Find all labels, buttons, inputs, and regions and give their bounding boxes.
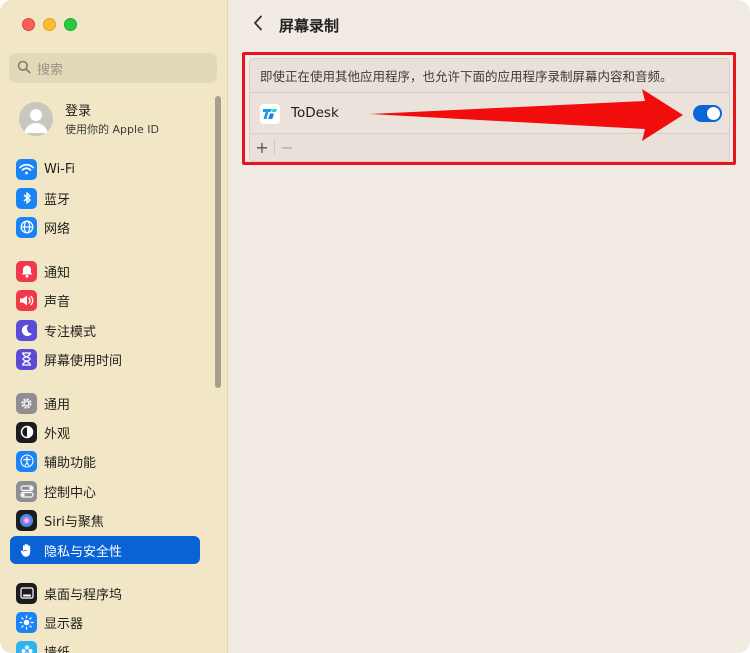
moon-icon xyxy=(16,319,37,341)
sidebar-item-desktop-dock[interactable]: 桌面与程序坞 xyxy=(10,579,200,607)
chevron-left-icon xyxy=(253,15,263,35)
sidebar-item-label: 屏幕使用时间 xyxy=(44,353,123,369)
search-placeholder: 搜索 xyxy=(37,62,64,78)
sidebar-item-label: 外观 xyxy=(44,426,71,442)
add-remove-bar: + − xyxy=(250,136,299,158)
remove-app-button[interactable]: − xyxy=(275,136,299,158)
permission-description: 即使正在使用其他应用程序，也允许下面的应用程序录制屏幕内容和音频。 xyxy=(260,69,673,84)
sidebar-item-bluetooth[interactable]: 蓝牙 xyxy=(10,184,200,212)
main-header: 屏幕录制 xyxy=(228,0,750,48)
sidebar-item-label: 控制中心 xyxy=(44,485,97,501)
sidebar-item-label: Wi-Fi xyxy=(44,161,76,177)
sun-icon xyxy=(16,611,37,633)
speaker-icon xyxy=(16,289,37,311)
sidebar-item-label: 隐私与安全性 xyxy=(44,544,123,560)
appearance-icon xyxy=(16,421,37,443)
add-app-button[interactable]: + xyxy=(250,136,274,158)
accessibility-icon xyxy=(16,450,37,472)
avatar xyxy=(19,101,53,136)
sidebar-item-sound[interactable]: 声音 xyxy=(10,286,200,314)
sidebar-item-notifications[interactable]: 通知 xyxy=(10,257,200,285)
todesk-icon xyxy=(260,104,280,124)
search-field[interactable]: 搜索 xyxy=(9,53,217,83)
hand-icon xyxy=(16,539,37,561)
sidebar-item-label: Siri与聚焦 xyxy=(44,514,104,530)
sidebar-item-network[interactable]: 网络 xyxy=(10,213,200,241)
sidebar-item-focus[interactable]: 专注模式 xyxy=(10,316,200,344)
wifi-icon xyxy=(16,158,37,180)
back-button[interactable] xyxy=(248,14,268,36)
sidebar-item-label: 墙纸 xyxy=(44,645,71,653)
sidebar-item-label: 桌面与程序坞 xyxy=(44,587,123,603)
wallpaper-icon xyxy=(16,640,37,653)
sidebar-item-label: 蓝牙 xyxy=(44,192,71,208)
sidebar-item-screen-time[interactable]: 屏幕使用时间 xyxy=(10,345,200,373)
sidebar-item-displays[interactable]: 显示器 xyxy=(10,608,200,636)
screen-recording-list: 即使正在使用其他应用程序，也允许下面的应用程序录制屏幕内容和音频。 ToDesk… xyxy=(249,58,730,162)
hourglass-icon xyxy=(16,348,37,370)
account-item[interactable]: 登录 使用你的 Apple ID xyxy=(19,100,159,137)
globe-icon xyxy=(16,216,37,238)
search-icon xyxy=(17,59,31,78)
dock-icon xyxy=(16,582,37,604)
gear-icon xyxy=(16,392,37,414)
sidebar-item-label: 声音 xyxy=(44,294,71,310)
todesk-permission-toggle[interactable] xyxy=(693,105,722,122)
sidebar-item-siri[interactable]: Siri与聚焦 xyxy=(10,506,200,534)
siri-icon xyxy=(16,509,37,531)
app-row-todesk[interactable]: ToDesk xyxy=(250,92,729,134)
page-title: 屏幕录制 xyxy=(279,17,340,35)
sidebar-item-privacy-security[interactable]: 隐私与安全性 xyxy=(10,536,200,564)
sidebar-item-control-center[interactable]: 控制中心 xyxy=(10,477,200,505)
app-name: ToDesk xyxy=(291,105,339,121)
sidebar-item-label: 网络 xyxy=(44,221,71,237)
bluetooth-icon xyxy=(16,187,37,209)
minimize-button[interactable] xyxy=(43,18,56,31)
sidebar-item-appearance[interactable]: 外观 xyxy=(10,418,200,446)
close-button[interactable] xyxy=(22,18,35,31)
sidebar-item-wifi[interactable]: Wi-Fi xyxy=(10,155,200,183)
sidebar-item-wallpaper[interactable]: 墙纸 xyxy=(10,637,200,653)
account-subtitle: 使用你的 Apple ID xyxy=(65,123,160,136)
account-name: 登录 xyxy=(65,104,92,119)
sidebar-item-label: 辅助功能 xyxy=(44,455,97,471)
sidebar-item-general[interactable]: 通用 xyxy=(10,389,200,417)
sidebar-item-label: 专注模式 xyxy=(44,324,97,340)
window-controls xyxy=(22,18,77,31)
bell-icon xyxy=(16,260,37,282)
sidebar-item-label: 显示器 xyxy=(44,616,84,632)
zoom-button[interactable] xyxy=(64,18,77,31)
sidebar: 搜索 登录 使用你的 Apple ID Wi-Fi 蓝牙 网络 通知 声音 专注… xyxy=(0,0,228,653)
sidebar-item-label: 通用 xyxy=(44,397,71,413)
control-center-icon xyxy=(16,480,37,502)
sidebar-item-accessibility[interactable]: 辅助功能 xyxy=(10,447,200,475)
settings-window: 搜索 登录 使用你的 Apple ID Wi-Fi 蓝牙 网络 通知 声音 专注… xyxy=(0,0,750,653)
toggle-knob xyxy=(707,107,720,120)
sidebar-item-label: 通知 xyxy=(44,265,71,281)
sidebar-scrollbar[interactable] xyxy=(215,96,221,388)
